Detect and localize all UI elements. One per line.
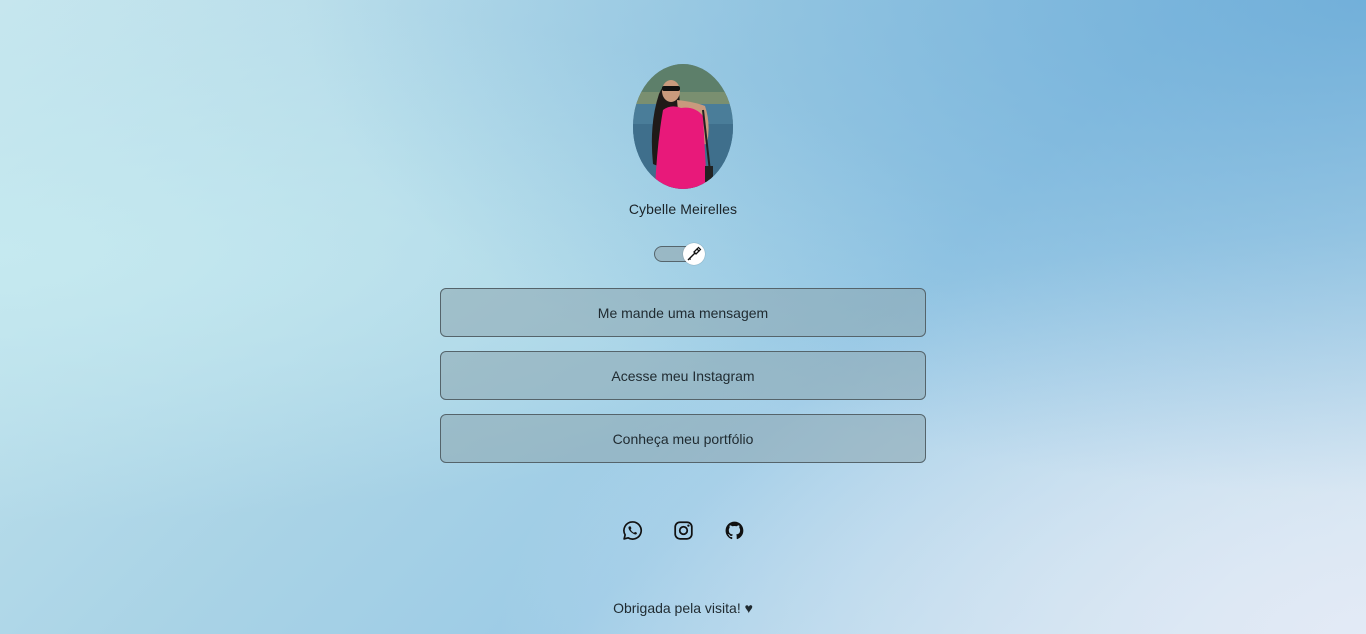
instagram-link-button[interactable]: Acesse meu Instagram bbox=[440, 351, 926, 400]
message-link-button[interactable]: Me mande uma mensagem bbox=[440, 288, 926, 337]
theme-toggle-knob[interactable] bbox=[683, 243, 705, 265]
profile-name: Cybelle Meirelles bbox=[628, 201, 738, 217]
flashlight-icon bbox=[687, 246, 702, 261]
footer-message: Obrigada pela visita! ♥ bbox=[613, 600, 753, 616]
github-icon[interactable] bbox=[724, 520, 745, 541]
link-page: Cybelle Meirelles Me mande uma mensagem … bbox=[0, 0, 1366, 634]
link-list: Me mande uma mensagem Acesse meu Instagr… bbox=[440, 288, 926, 477]
social-icons bbox=[0, 520, 1366, 541]
instagram-icon[interactable] bbox=[673, 520, 694, 541]
whatsapp-icon[interactable] bbox=[622, 520, 643, 541]
profile-photo bbox=[633, 64, 733, 189]
avatar bbox=[633, 64, 733, 189]
portfolio-link-button[interactable]: Conheça meu portfólio bbox=[440, 414, 926, 463]
